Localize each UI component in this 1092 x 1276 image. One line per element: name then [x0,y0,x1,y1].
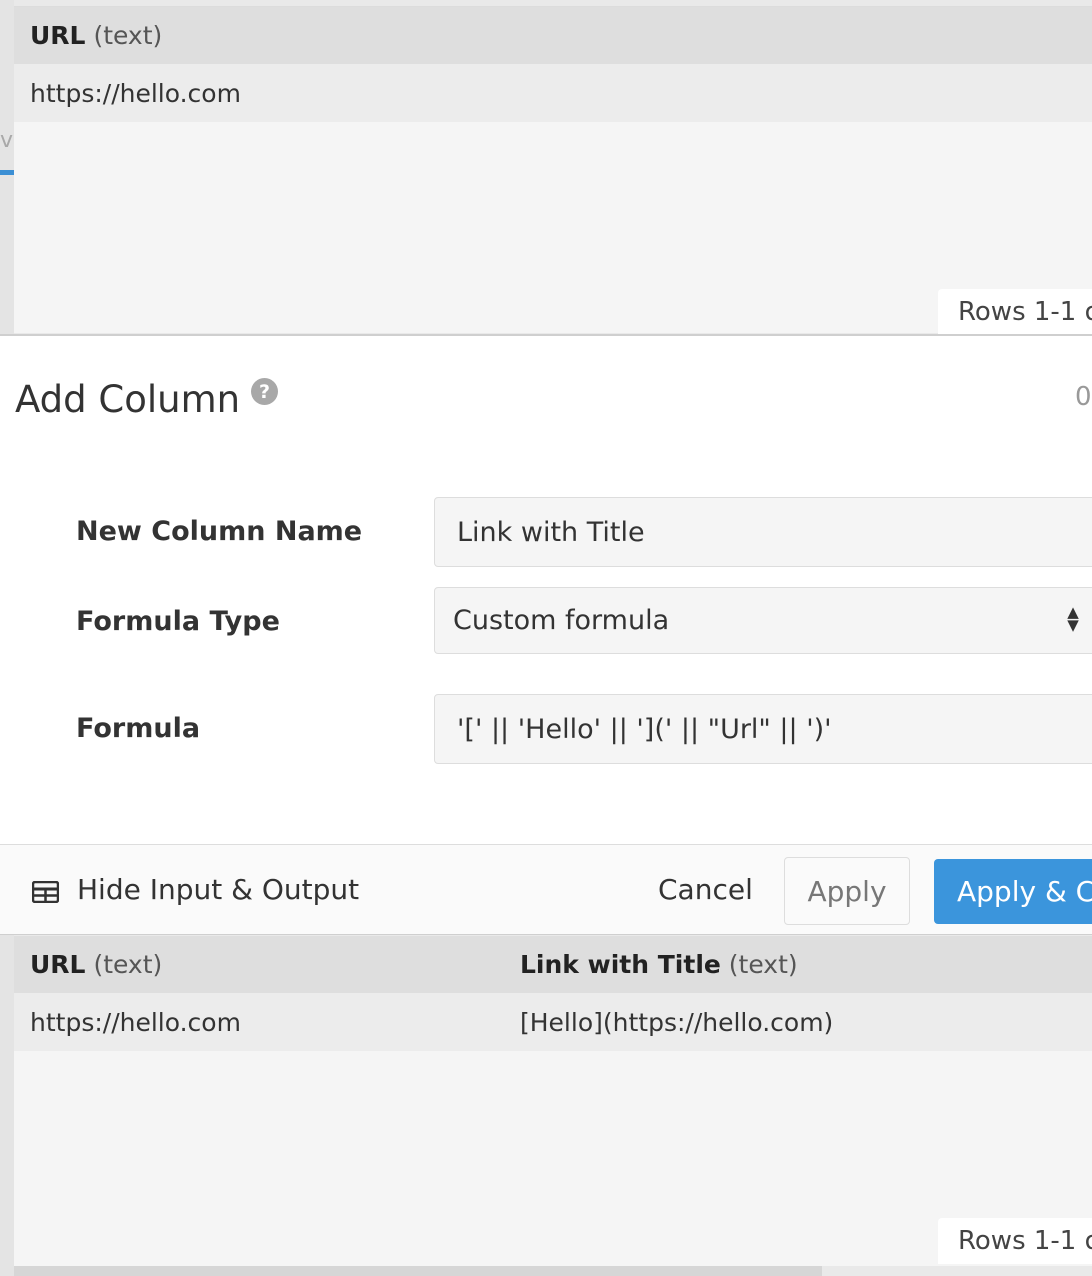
formula-type-select[interactable]: Custom formula [434,587,1092,654]
apply-and-close-button[interactable]: Apply & Cl [934,859,1092,924]
help-icon[interactable]: ? [251,378,278,405]
column-header-url[interactable]: URL (text) [14,950,162,979]
grid-header-row: URL (text) Link with Title (text) [14,936,1092,993]
dialog-title: Add Column [15,378,241,421]
rows-count-label: Rows 1-1 o [938,289,1092,335]
background-active-tab-indicator [0,170,14,175]
table-row[interactable]: https://hello.com [14,64,1092,122]
table-icon[interactable] [32,881,59,903]
formula-input[interactable]: '[' || 'Hello' || '](' || "Url" || ')' [434,694,1092,764]
formula-type-label: Formula Type [76,606,280,637]
table-row[interactable]: https://hello.com [Hello](https://hello.… [14,993,1092,1051]
output-bottom-strip [14,1266,822,1276]
add-column-dialog: Add Column ? 0 New Column Name Link with… [0,334,1092,844]
dialog-footer: Hide Input & Output Cancel Apply Apply &… [0,844,1092,935]
table-cell-url: https://hello.com [30,78,241,108]
cancel-button[interactable]: Cancel [658,873,753,906]
dialog-right-number: 0 [1075,382,1092,412]
table-cell-url: https://hello.com [30,1007,241,1037]
page: v URL (text) https://hello.com Rows 1-1 … [0,0,1092,1276]
new-column-name-label: New Column Name [76,516,363,547]
hide-input-output-toggle[interactable]: Hide Input & Output [77,873,359,906]
rows-count-label: Rows 1-1 o [938,1218,1092,1264]
grid-header-row: URL (text) [14,7,1092,64]
input-data-grid: URL (text) https://hello.com Rows 1-1 o [14,6,1092,335]
column-header-url[interactable]: URL (text) [14,21,162,50]
column-header-link-with-title[interactable]: Link with Title (text) [504,950,798,979]
new-column-name-input[interactable]: Link with Title [434,497,1092,567]
output-data-grid: URL (text) Link with Title (text) https:… [14,936,1092,1266]
apply-button[interactable]: Apply [784,857,910,925]
background-tab-letter: v [0,128,14,153]
select-arrows-icon[interactable]: ▲ ▼ [1066,605,1080,633]
table-cell-link-with-title: [Hello](https://hello.com) [520,1007,834,1037]
formula-label: Formula [76,713,201,744]
